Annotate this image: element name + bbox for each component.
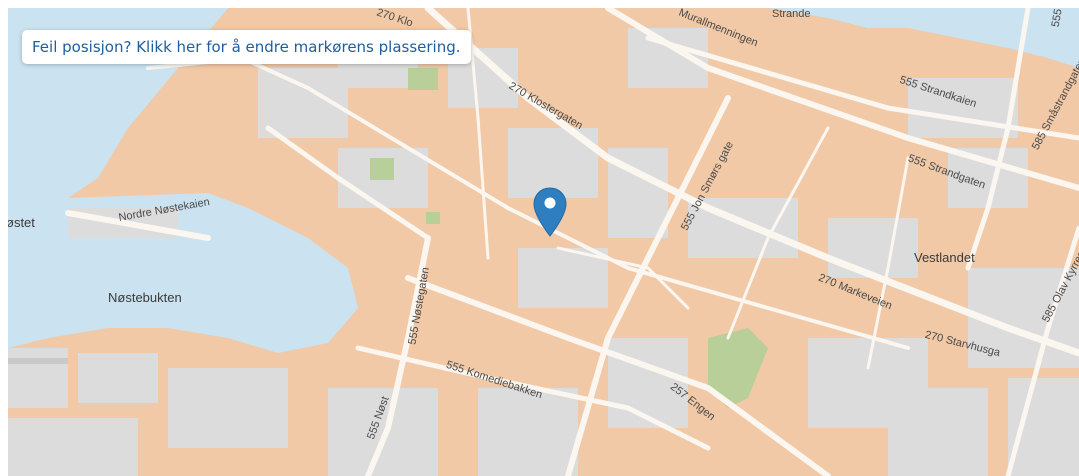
map-widget: 270 Klo Murallmenningen Strande 270 Klos… — [0, 0, 1079, 476]
place-label-vestlandet: Vestlandet — [914, 250, 975, 265]
street-label-partial-top: Strande — [772, 8, 811, 20]
map-pin-icon — [533, 187, 567, 237]
map-base-layer — [8, 8, 1079, 476]
map-canvas[interactable]: 270 Klo Murallmenningen Strande 270 Klos… — [8, 8, 1079, 476]
location-marker[interactable] — [532, 186, 568, 238]
place-label-nostebukten: Nøstebukten — [108, 290, 182, 305]
place-label-nostet: østet — [8, 215, 35, 230]
wrong-position-banner[interactable]: Feil posisjon? Klikk her for å endre mar… — [22, 30, 471, 64]
